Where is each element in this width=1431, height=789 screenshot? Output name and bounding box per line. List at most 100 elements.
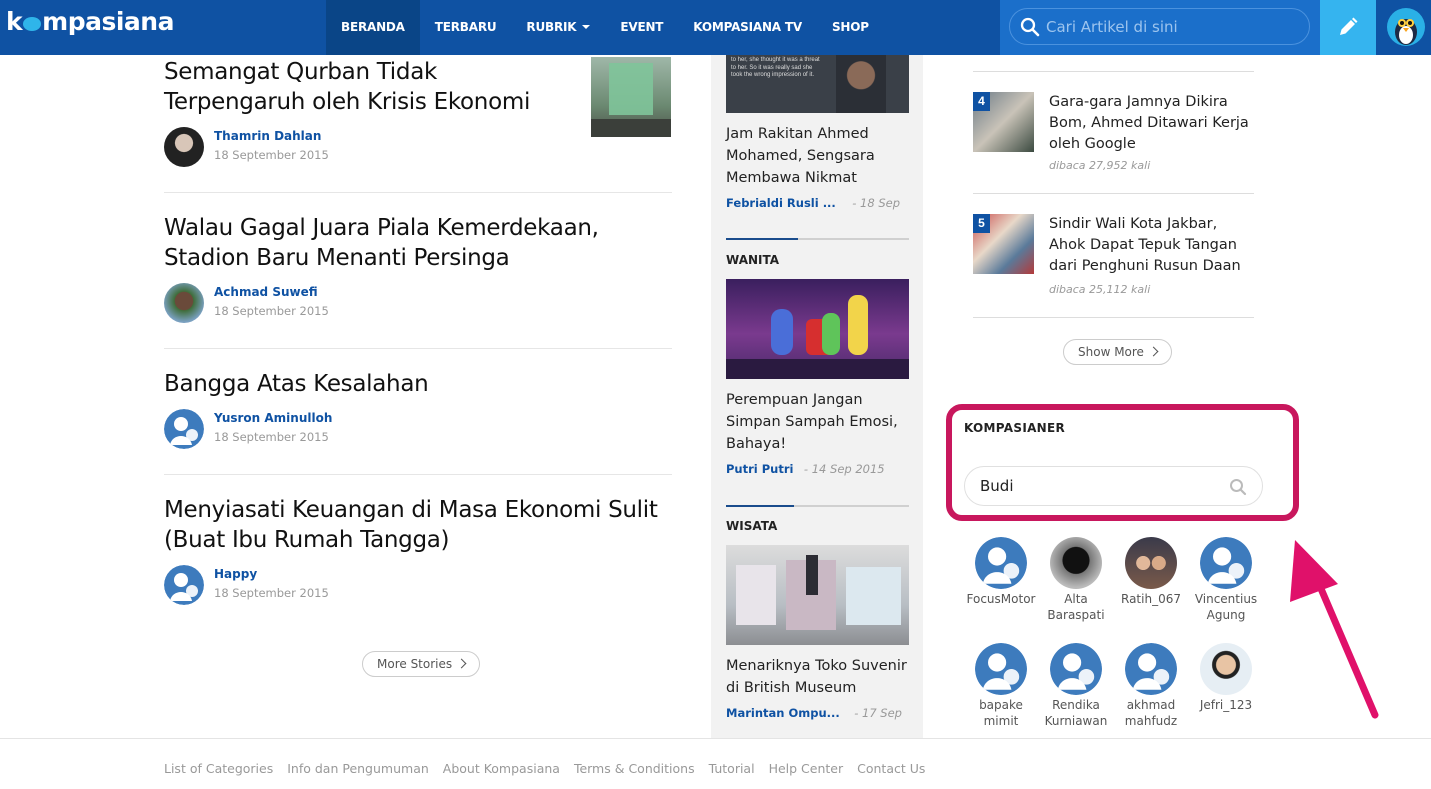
author-name[interactable]: Thamrin Dahlan: [214, 129, 321, 143]
annotation-arrow-icon: [1290, 540, 1379, 719]
nav-shop[interactable]: SHOP: [817, 0, 884, 55]
popular-thumbnail[interactable]: 4: [973, 92, 1034, 152]
footer-link[interactable]: Terms & Conditions: [574, 761, 695, 776]
divider: [164, 348, 672, 349]
user-photo: [1200, 643, 1252, 695]
kompasianer-highlight-box: KOMPASIANER: [946, 404, 1299, 521]
footer-links: List of Categories Info dan Pengumuman A…: [164, 761, 939, 776]
nav-kompasiana-tv[interactable]: KOMPASIANA TV: [678, 0, 817, 55]
article-thumbnail[interactable]: [726, 279, 909, 379]
article-title[interactable]: Menariknya Toko Suvenir di British Museu…: [726, 655, 916, 699]
user-name: akhmad mahfudz: [1124, 698, 1178, 728]
footer-link[interactable]: Info dan Pengumuman: [287, 761, 429, 776]
author-name[interactable]: Achmad Suwefi: [214, 285, 318, 299]
rank-badge: 4: [973, 92, 990, 111]
author-name[interactable]: Yusron Aminulloh: [214, 411, 332, 425]
kompasianer-user[interactable]: Alta Baraspati: [1036, 537, 1116, 623]
nav-event[interactable]: EVENT: [605, 0, 678, 55]
story-title[interactable]: Bangga Atas Kesalahan: [164, 369, 672, 399]
section-heading-wisata[interactable]: WISATA: [726, 519, 777, 533]
story-date: 18 September 2015: [214, 430, 329, 444]
story-item: Bangga Atas Kesalahan Yusron Aminulloh 1…: [164, 369, 672, 449]
search-box: [1009, 8, 1310, 45]
more-stories-button[interactable]: More Stories: [362, 651, 481, 677]
divider: [973, 193, 1254, 194]
kompasianer-user[interactable]: akhmad mahfudz: [1111, 643, 1191, 729]
section-heading-wanita[interactable]: WANITA: [726, 253, 779, 267]
kompasianer-user[interactable]: Ratih_067: [1111, 537, 1191, 607]
kompasianer-user[interactable]: Rendika Kurniawan: [1036, 643, 1116, 729]
article-author[interactable]: Putri Putri: [726, 462, 793, 476]
story-title[interactable]: Walau Gagal Juara Piala Kemerdekaan, Sta…: [164, 213, 672, 273]
default-avatar-icon[interactable]: [164, 409, 204, 449]
story-date: 18 September 2015: [214, 586, 329, 600]
author-name[interactable]: Happy: [214, 567, 257, 581]
popular-item: 4 Gara-gara Jamnya Dikira Bom, Ahmed Dit…: [973, 92, 1254, 182]
story-title[interactable]: Menyiasati Keuangan di Masa Ekonomi Suli…: [164, 495, 672, 555]
kompasiana-logo[interactable]: k mpasiana: [6, 7, 174, 36]
article-author[interactable]: Marintan Ompu...: [726, 706, 840, 720]
user-menu[interactable]: [1376, 0, 1431, 55]
kompasianer-user[interactable]: Jefri_123: [1186, 643, 1266, 713]
read-count: dibaca 25,112 kali: [1049, 283, 1151, 296]
nav-beranda[interactable]: BERANDA: [326, 0, 420, 55]
default-avatar-icon: [975, 643, 1027, 695]
popular-title[interactable]: Sindir Wali Kota Jakbar, Ahok Dapat Tepu…: [1049, 214, 1254, 277]
article-meta: Marintan Ompu... - 17 Sep: [726, 704, 916, 722]
divider: [164, 192, 672, 193]
read-count: dibaca 27,952 kali: [1049, 159, 1151, 172]
user-name: Vincentius Agung: [1194, 592, 1258, 622]
thumb-caption: to her, she thought it was a threat to h…: [731, 57, 820, 78]
default-avatar-icon: [1050, 643, 1102, 695]
story-meta: Achmad Suwefi 18 September 2015: [164, 283, 464, 325]
divider: [164, 474, 672, 475]
kompasianer-user[interactable]: bapake mimit: [961, 643, 1041, 729]
footer-link[interactable]: Contact Us: [857, 761, 925, 776]
footer-link[interactable]: About Kompasiana: [443, 761, 560, 776]
nav-terbaru[interactable]: TERBARU: [420, 0, 512, 55]
popular-item: 5 Sindir Wali Kota Jakbar, Ahok Dapat Te…: [973, 214, 1254, 304]
search-icon[interactable]: [1229, 478, 1247, 496]
popular-title[interactable]: Gara-gara Jamnya Dikira Bom, Ahmed Ditaw…: [1049, 92, 1254, 155]
more-stories-label: More Stories: [377, 657, 453, 671]
article-title[interactable]: Jam Rakitan Ahmed Mohamed, Sengsara Memb…: [726, 123, 916, 189]
kompasianer-heading: KOMPASIANER: [964, 421, 1066, 435]
section-divider: [726, 505, 909, 507]
divider: [973, 317, 1254, 318]
write-button[interactable]: [1320, 0, 1376, 55]
caret-down-icon: [582, 25, 591, 29]
search-input[interactable]: [1046, 15, 1301, 39]
article-title[interactable]: Perempuan Jangan Simpan Sampah Emosi, Ba…: [726, 389, 916, 455]
nav-rubrik[interactable]: RUBRIK: [511, 0, 605, 55]
author-avatar[interactable]: [164, 127, 204, 167]
article-thumbnail[interactable]: to her, she thought it was a threat to h…: [726, 55, 909, 113]
chevron-right-icon: [456, 658, 467, 669]
default-avatar-icon[interactable]: [164, 565, 204, 605]
story-date: 18 September 2015: [214, 148, 329, 162]
kompasianer-user[interactable]: FocusMotor: [961, 537, 1041, 607]
search-area: [1000, 0, 1320, 55]
chevron-right-icon: [1148, 346, 1159, 357]
footer-link[interactable]: List of Categories: [164, 761, 273, 776]
story-thumbnail[interactable]: [591, 57, 671, 137]
footer-link[interactable]: Help Center: [769, 761, 844, 776]
user-name: bapake mimit: [979, 698, 1023, 728]
article-author[interactable]: Febrialdi Rusli ...: [726, 196, 836, 210]
footer-link[interactable]: Tutorial: [709, 761, 755, 776]
kompasianer-search-input[interactable]: [980, 476, 1220, 496]
kompasianer-search-box: [964, 466, 1263, 506]
user-name: FocusMotor: [966, 592, 1036, 606]
avatar: [1387, 8, 1425, 46]
kompasianer-user[interactable]: Vincentius Agung: [1186, 537, 1266, 623]
popular-thumbnail[interactable]: 5: [973, 214, 1034, 274]
story-meta: Thamrin Dahlan 18 September 2015: [164, 127, 464, 169]
main-nav: BERANDA TERBARU RUBRIK EVENT KOMPASIANA …: [326, 0, 884, 55]
show-more-button[interactable]: Show More: [1063, 339, 1172, 365]
story-date: 18 September 2015: [214, 304, 329, 318]
search-icon[interactable]: [1020, 17, 1040, 37]
story-title[interactable]: Semangat Qurban Tidak Terpengaruh oleh K…: [164, 57, 564, 117]
divider: [973, 71, 1254, 72]
author-avatar[interactable]: [164, 283, 204, 323]
section-divider: [726, 238, 909, 240]
article-thumbnail[interactable]: [726, 545, 909, 645]
